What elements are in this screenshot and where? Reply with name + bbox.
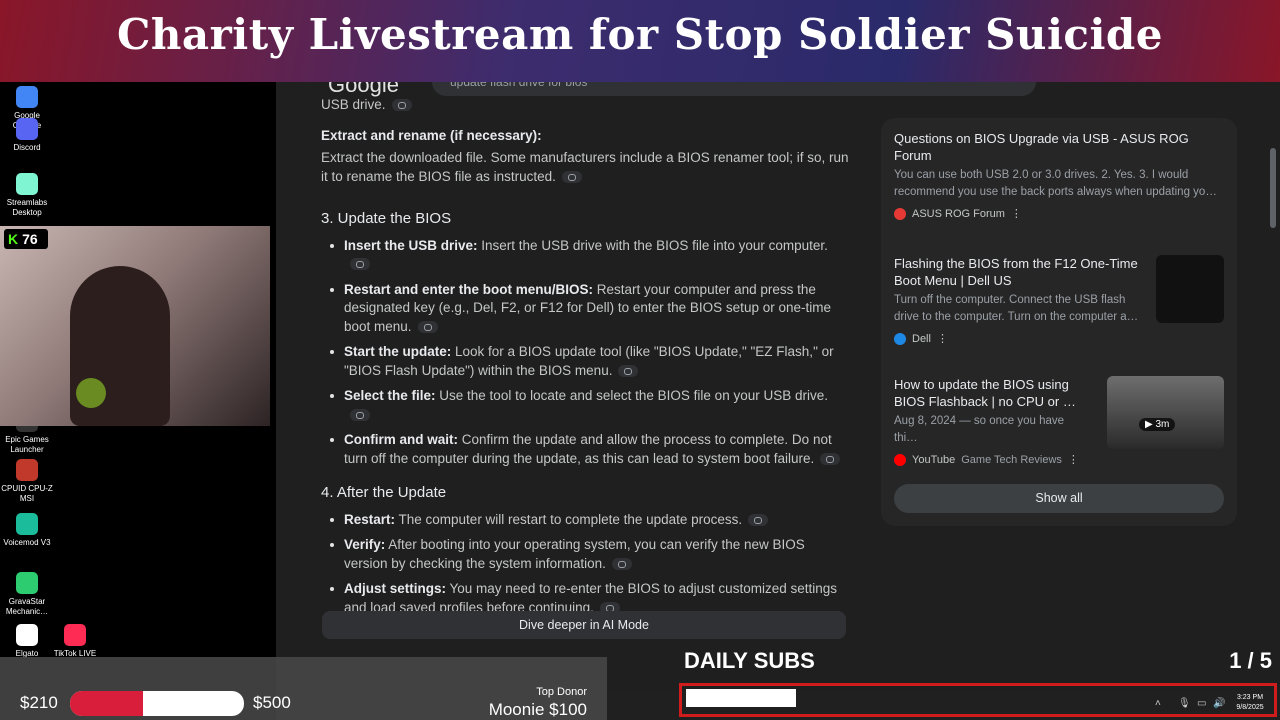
- more-icon[interactable]: ⋮: [1011, 207, 1022, 220]
- link-icon[interactable]: [748, 513, 769, 526]
- link-icon[interactable]: [350, 258, 370, 271]
- more-icon[interactable]: ⋮: [937, 332, 948, 345]
- desktop-icon-label: CPUID CPU-Z MSI: [1, 484, 53, 503]
- source-site: ASUS ROG Forum ⋮: [894, 207, 1224, 220]
- source-title[interactable]: Questions on BIOS Upgrade via USB - ASUS…: [894, 130, 1224, 164]
- desktop-icon[interactable]: Elgato: [0, 624, 54, 659]
- network-icon[interactable]: ▭: [1197, 698, 1206, 709]
- intro-tail: USB drive.: [321, 96, 851, 115]
- youtube-favicon-icon: [894, 453, 906, 466]
- top-donor-value: Moonie $100: [488, 700, 587, 719]
- ai-overview: USB drive. Extract and rename (if necess…: [321, 96, 851, 624]
- source-snippet: Turn off the computer. Connect the USB f…: [894, 294, 1139, 323]
- source-snippet: You can use both USB 2.0 or 3.0 drives. …: [894, 169, 1217, 198]
- link-icon[interactable]: [618, 364, 639, 377]
- step-item: Select the file: Use the tool to locate …: [330, 387, 851, 424]
- link-icon[interactable]: [350, 408, 370, 421]
- video-duration: ▶ 3m: [1139, 418, 1176, 431]
- donation-progress-fill: [70, 691, 144, 716]
- microphone: [76, 378, 106, 408]
- more-icon[interactable]: ⋮: [1068, 453, 1079, 466]
- step-item: Verify: After booting into your operatin…: [330, 536, 851, 573]
- step-item: Restart: The computer will restart to co…: [330, 511, 851, 530]
- app-icon: [16, 173, 38, 195]
- show-all-button[interactable]: Show all: [894, 484, 1224, 513]
- app-icon: [16, 572, 38, 594]
- asus-favicon-icon: [894, 207, 906, 220]
- sources-panel: Questions on BIOS Upgrade via USB - ASUS…: [881, 118, 1237, 526]
- desktop-icon-label: Streamlabs Desktop: [6, 198, 48, 217]
- daily-subs-count: 1 / 5: [1229, 648, 1272, 673]
- app-icon: [16, 118, 38, 140]
- stream-banner: Charity Livestream for Stop Soldier Suic…: [0, 0, 1280, 82]
- section-3-title: 3. Update the BIOS: [321, 210, 452, 227]
- link-icon[interactable]: [391, 99, 412, 112]
- source-title[interactable]: How to update the BIOS using BIOS Flashb…: [894, 376, 1090, 410]
- donation-progress-bar: [70, 691, 244, 716]
- source-card[interactable]: Questions on BIOS Upgrade via USB - ASUS…: [894, 130, 1224, 220]
- kick-viewer-count: 76: [22, 231, 38, 247]
- desktop-icon[interactable]: CPUID CPU-Z MSI: [0, 459, 54, 504]
- desktop-icon[interactable]: TikTok LIVE: [48, 624, 102, 659]
- section-4-title: 4. After the Update: [321, 484, 447, 501]
- step-item: Start the update: Look for a BIOS update…: [330, 343, 851, 380]
- step-item: Insert the USB drive: Insert the USB dri…: [330, 237, 851, 274]
- link-icon[interactable]: [611, 557, 632, 570]
- kick-icon: K: [8, 231, 19, 247]
- donation-current: $210: [20, 693, 58, 712]
- source-site: Dell ⋮: [894, 332, 1224, 345]
- top-donor-label: Top Donor: [536, 686, 587, 698]
- source-site: YouTube Game Tech Reviews ⋮: [894, 453, 1224, 466]
- extract-text: Extract the downloaded file. Some manufa…: [321, 150, 849, 184]
- volume-icon[interactable]: 🔊: [1213, 698, 1225, 709]
- scrollbar[interactable]: [1270, 148, 1276, 228]
- desktop-icon-label: Discord: [13, 143, 41, 152]
- video-thumbnail[interactable]: ▶ 3m: [1107, 376, 1224, 449]
- app-icon: [16, 459, 38, 481]
- desktop-icon-label: GravaStar Mechanic…: [5, 597, 49, 616]
- dive-deeper-button[interactable]: Dive deeper in AI Mode: [322, 611, 846, 639]
- section-4-list: Restart: The computer will restart to co…: [330, 511, 851, 618]
- desktop-icon-label: Voicemod V3: [3, 538, 51, 547]
- app-icon: [16, 86, 38, 108]
- link-icon[interactable]: [820, 452, 841, 465]
- desktop-icon[interactable]: GravaStar Mechanic…: [0, 572, 54, 617]
- app-icon: [64, 624, 86, 646]
- desktop-icon[interactable]: Streamlabs Desktop: [0, 173, 54, 218]
- taskbar-clock[interactable]: 3:23 PM 9/8/2025: [1230, 693, 1270, 713]
- daily-subs-label: DAILY SUBS: [684, 648, 815, 673]
- app-icon: [16, 624, 38, 646]
- chevron-up-icon[interactable]: ˄: [1155, 698, 1161, 709]
- desktop-icon-label: Epic Games Launcher: [5, 435, 49, 454]
- extract-title: Extract and rename (if necessary):: [321, 127, 542, 143]
- source-card[interactable]: Flashing the BIOS from the F12 One-Time …: [894, 255, 1224, 345]
- stream-title: Charity Livestream for Stop Soldier Suic…: [116, 10, 1164, 59]
- kick-viewer-badge: K 76: [4, 229, 48, 249]
- link-icon[interactable]: [561, 170, 582, 183]
- dell-favicon-icon: [894, 332, 906, 345]
- desktop-icon[interactable]: Discord: [0, 118, 54, 153]
- app-icon: [16, 513, 38, 535]
- donation-goal: $500: [253, 693, 291, 712]
- step-item: Restart and enter the boot menu/BIOS: Re…: [330, 281, 851, 337]
- source-snippet: Aug 8, 2024 — so once you have thi…: [894, 415, 1065, 444]
- source-thumbnail[interactable]: [1156, 255, 1224, 323]
- section-3-list: Insert the USB drive: Insert the USB dri…: [330, 237, 851, 469]
- webcam-feed: [0, 226, 270, 426]
- link-icon[interactable]: [417, 320, 438, 333]
- microphone-icon[interactable]: 🎙: [1178, 698, 1191, 709]
- source-card[interactable]: How to update the BIOS using BIOS Flashb…: [894, 376, 1224, 466]
- step-item: Confirm and wait: Confirm the update and…: [330, 431, 851, 468]
- desktop-icon[interactable]: Voicemod V3: [0, 513, 54, 548]
- source-title[interactable]: Flashing the BIOS from the F12 One-Time …: [894, 255, 1144, 289]
- browser-window: Google update flash drive for bios USB d…: [276, 0, 1280, 690]
- redaction-box: [686, 689, 796, 707]
